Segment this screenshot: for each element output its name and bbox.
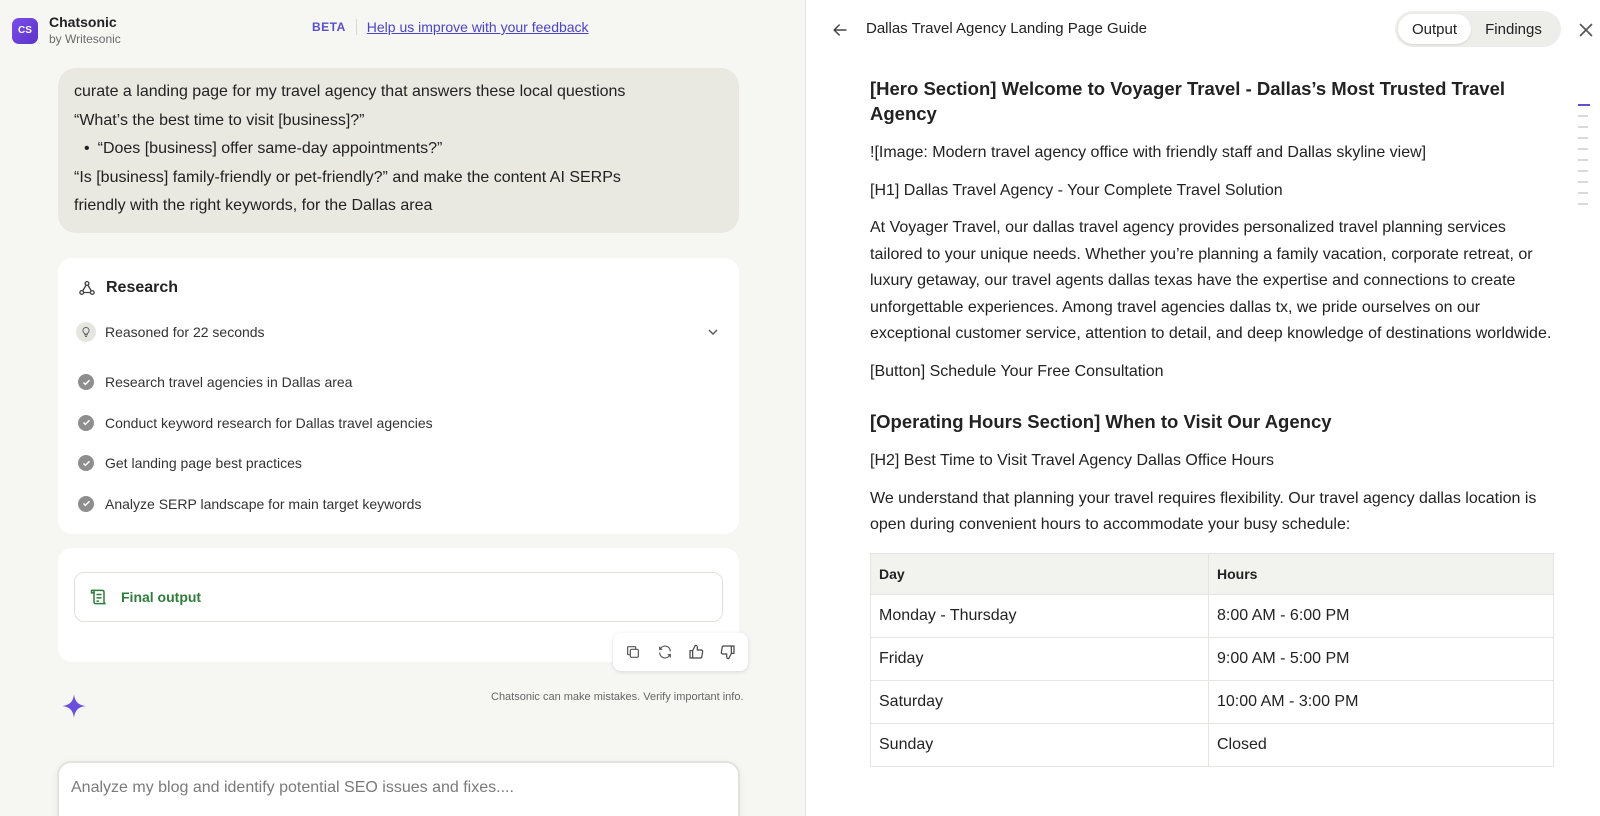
- button-line: [Button] Schedule Your Free Consultation: [870, 362, 1164, 380]
- research-card: Research Reasoned for 22 seconds Researc…: [58, 258, 739, 534]
- doc-content: [Hero Section] Welcome to Voyager Travel…: [870, 76, 1560, 767]
- table-header-row: Day Hours: [870, 552, 1554, 595]
- lightbulb-icon: [76, 322, 96, 342]
- toc-mark[interactable]: [1578, 181, 1588, 183]
- chat-panel: CS Chatsonic by Writesonic BETA Help us …: [0, 0, 805, 816]
- table-cell: 10:00 AM - 3:00 PM: [1208, 679, 1554, 724]
- user-message-line: friendly with the right keywords, for th…: [74, 197, 433, 214]
- separator: [355, 19, 357, 35]
- brand: CS Chatsonic by Writesonic: [12, 14, 121, 47]
- thumbs-up-icon[interactable]: [687, 643, 705, 661]
- toc-mark[interactable]: [1578, 104, 1590, 106]
- table-cell: 8:00 AM - 6:00 PM: [1208, 593, 1554, 638]
- image-line: ![Image: Modern travel agency office wit…: [870, 144, 1427, 161]
- table-cell: 9:00 AM - 5:00 PM: [1208, 636, 1554, 681]
- user-message-bullet: “Does [business] offer same-day appointm…: [74, 135, 723, 164]
- tab-findings[interactable]: Findings: [1471, 14, 1556, 44]
- research-step: Conduct keyword research for Dallas trav…: [78, 403, 433, 444]
- output-panel: Dallas Travel Agency Landing Page Guide …: [806, 0, 1600, 816]
- table-row: Monday - Thursday 8:00 AM - 6:00 PM: [870, 593, 1554, 638]
- toc-mark[interactable]: [1578, 126, 1588, 128]
- beta-badge: BETA: [312, 20, 346, 34]
- doc-title: Dallas Travel Agency Landing Page Guide: [866, 20, 1148, 37]
- h1-line: [H1] Dallas Travel Agency - Your Complet…: [870, 181, 1283, 199]
- check-circle-icon: [78, 374, 94, 391]
- chatsonic-logo: CS: [12, 17, 38, 44]
- arrow-left-icon[interactable]: [830, 20, 850, 40]
- hours-table: Day Hours Monday - Thursday 8:00 AM - 6:…: [870, 552, 1554, 767]
- brand-name: Chatsonic: [49, 14, 117, 30]
- user-message-line: “Is [business] family-friendly or pet-fr…: [74, 168, 621, 186]
- toc-mark[interactable]: [1578, 115, 1588, 117]
- table-header: Day: [870, 552, 1209, 595]
- chevron-down-icon[interactable]: [705, 324, 721, 340]
- research-step: Analyze SERP landscape for main target k…: [78, 484, 433, 525]
- disclaimer: Chatsonic can make mistakes. Verify impo…: [491, 691, 744, 703]
- table-cell: Saturday: [870, 679, 1209, 724]
- research-steps: Research travel agencies in Dallas area …: [78, 362, 433, 524]
- tab-output[interactable]: Output: [1398, 14, 1471, 44]
- hours-intro: We understand that planning your travel …: [870, 489, 1537, 534]
- research-title: Research: [106, 279, 179, 296]
- table-cell: Sunday: [870, 722, 1209, 767]
- copy-icon[interactable]: [624, 643, 642, 661]
- table-row: Sunday Closed: [870, 722, 1554, 767]
- beta-bar: BETA Help us improve with your feedback: [312, 19, 589, 35]
- table-row: Friday 9:00 AM - 5:00 PM: [870, 636, 1554, 681]
- final-output-label: Final output: [121, 589, 202, 605]
- feedback-link[interactable]: Help us improve with your feedback: [367, 19, 589, 35]
- close-icon[interactable]: [1575, 19, 1597, 41]
- message-actions: [613, 633, 748, 671]
- research-step-label: Conduct keyword research for Dallas trav…: [105, 414, 433, 431]
- check-circle-icon: [78, 455, 94, 472]
- research-step-label: Analyze SERP landscape for main target k…: [105, 495, 422, 512]
- hero-heading: [Hero Section] Welcome to Voyager Travel…: [870, 78, 1506, 124]
- chat-composer: [57, 761, 740, 816]
- toc-mark[interactable]: [1578, 170, 1588, 172]
- view-toggle: Output Findings: [1395, 11, 1561, 47]
- brand-sub: by Writesonic: [49, 32, 121, 46]
- h2-line: [H2] Best Time to Visit Travel Agency Da…: [870, 452, 1275, 469]
- intro-paragraph: At Voyager Travel, our dallas travel age…: [870, 219, 1552, 342]
- toc-scroll-indicator[interactable]: [1578, 104, 1590, 214]
- toc-mark[interactable]: [1578, 203, 1588, 205]
- table-row: Saturday 10:00 AM - 3:00 PM: [870, 679, 1554, 724]
- thumbs-down-icon[interactable]: [719, 643, 737, 661]
- table-cell: Closed: [1208, 722, 1554, 767]
- toc-mark[interactable]: [1578, 192, 1588, 194]
- toc-mark[interactable]: [1578, 148, 1588, 150]
- sparkle-icon: [62, 694, 86, 718]
- table-cell: Friday: [870, 636, 1209, 681]
- regenerate-icon[interactable]: [656, 643, 674, 661]
- reasoned-toggle[interactable]: Reasoned for 22 seconds: [76, 322, 721, 342]
- research-step-label: Research travel agencies in Dallas area: [105, 374, 353, 391]
- table-header: Hours: [1208, 552, 1554, 595]
- research-step-label: Get landing page best practices: [105, 455, 302, 472]
- user-message-line: “What’s the best time to visit [business…: [74, 111, 365, 129]
- table-cell: Monday - Thursday: [870, 593, 1209, 638]
- research-header: Research: [78, 279, 178, 297]
- user-message: curate a landing page for my travel agen…: [58, 68, 739, 233]
- scroll-document-icon: [90, 589, 106, 605]
- research-step: Research travel agencies in Dallas area: [78, 362, 433, 403]
- toc-mark[interactable]: [1578, 137, 1588, 139]
- hours-heading: [Operating Hours Section] When to Visit …: [870, 411, 1332, 432]
- reasoned-label: Reasoned for 22 seconds: [105, 324, 265, 340]
- check-circle-icon: [78, 414, 94, 431]
- user-message-line: curate a landing page for my travel agen…: [74, 83, 626, 100]
- toc-mark[interactable]: [1578, 159, 1588, 161]
- webhook-icon: [79, 280, 95, 296]
- check-circle-icon: [78, 495, 94, 512]
- final-output-button[interactable]: Final output: [74, 572, 723, 622]
- research-step: Get landing page best practices: [78, 443, 433, 484]
- chat-input[interactable]: [71, 779, 726, 797]
